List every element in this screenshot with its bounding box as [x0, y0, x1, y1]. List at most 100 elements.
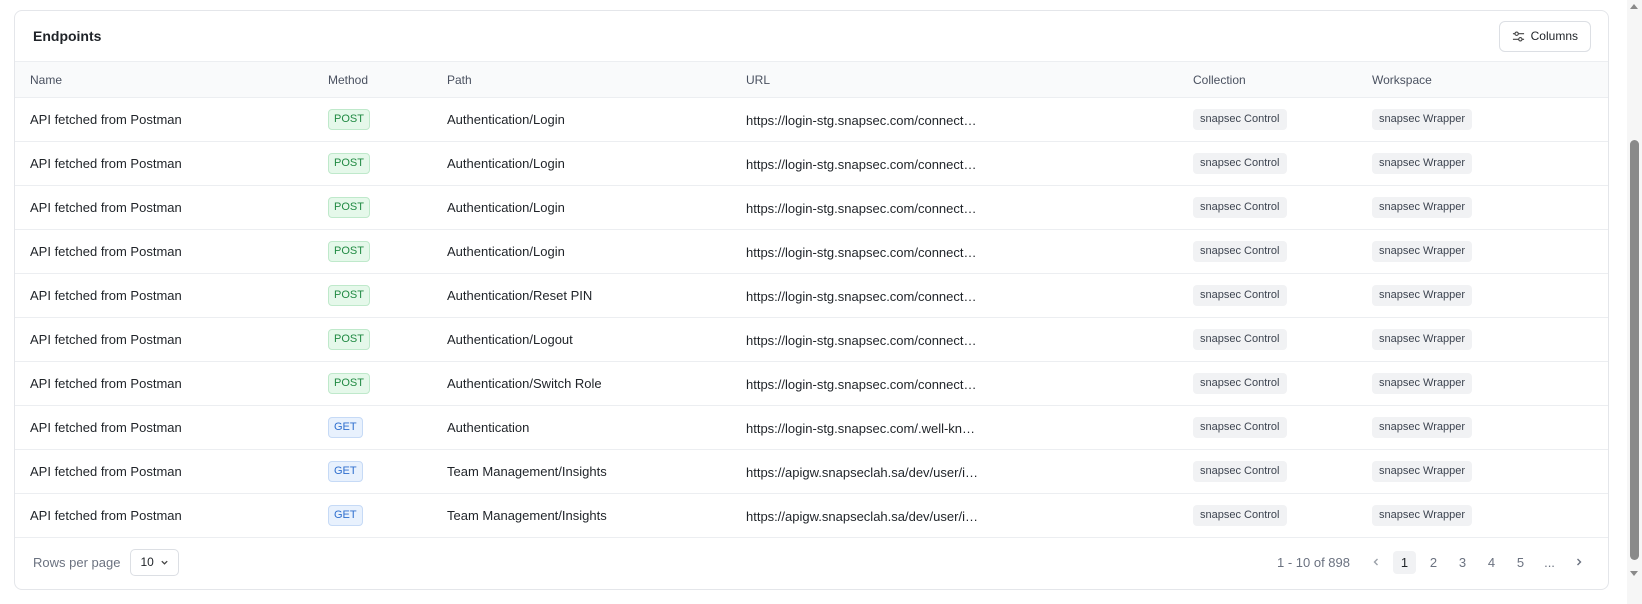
- page-button-4[interactable]: 4: [1480, 551, 1503, 574]
- page-button-5[interactable]: 5: [1509, 551, 1532, 574]
- cell-collection: snapsec Control: [1178, 406, 1357, 450]
- rows-per-page-select[interactable]: 10: [130, 548, 179, 576]
- method-badge: POST: [328, 373, 370, 394]
- table-row[interactable]: API fetched from Postman GET Team Manageme…: [15, 494, 1608, 538]
- table-row[interactable]: API fetched from Postman POST Authenticati…: [15, 318, 1608, 362]
- cell-method: POST: [313, 230, 432, 274]
- cell-collection: snapsec Control: [1178, 362, 1357, 406]
- table-row[interactable]: API fetched from Postman POST Authenticati…: [15, 142, 1608, 186]
- workspace-chip: snapsec Wrapper: [1372, 505, 1473, 526]
- workspace-chip: snapsec Wrapper: [1372, 461, 1473, 482]
- column-header-name[interactable]: Name: [15, 62, 313, 98]
- collection-chip: snapsec Control: [1193, 241, 1287, 262]
- cell-url: https://login-stg.snapsec.com/connect/…: [731, 186, 1178, 230]
- column-header-path[interactable]: Path: [432, 62, 731, 98]
- cell-collection: snapsec Control: [1178, 450, 1357, 494]
- page-button-2[interactable]: 2: [1422, 551, 1445, 574]
- cell-collection: snapsec Control: [1178, 230, 1357, 274]
- vertical-scrollbar[interactable]: [1627, 0, 1642, 604]
- table-row[interactable]: API fetched from Postman GET Team Manageme…: [15, 450, 1608, 494]
- rows-per-page-label: Rows per page: [33, 554, 121, 570]
- next-page-button[interactable]: [1567, 551, 1590, 574]
- cell-method: POST: [313, 186, 432, 230]
- collection-chip: snapsec Control: [1193, 285, 1287, 306]
- method-badge: GET: [328, 461, 363, 482]
- cell-url: https://login-stg.snapsec.com/connect/…: [731, 98, 1178, 142]
- workspace-chip: snapsec Wrapper: [1372, 153, 1473, 174]
- cell-url: https://login-stg.snapsec.com/connect/…: [731, 362, 1178, 406]
- workspace-chip: snapsec Wrapper: [1372, 241, 1473, 262]
- columns-button-label: Columns: [1530, 29, 1578, 43]
- cell-path: Authentication/Login: [447, 200, 565, 215]
- cell-path: Authentication/Logout: [447, 332, 573, 347]
- url-text: https://login-stg.snapsec.com/.well-kn…: [746, 420, 976, 436]
- cell-url: https://login-stg.snapsec.com/connect/…: [731, 274, 1178, 318]
- method-badge: POST: [328, 241, 370, 262]
- rows-per-page-value: 10: [140, 555, 154, 569]
- collection-chip: snapsec Control: [1193, 373, 1287, 394]
- table-row[interactable]: API fetched from Postman POST Authenticati…: [15, 98, 1608, 142]
- scroll-up-arrow[interactable]: [1630, 4, 1638, 9]
- cell-path: Authentication/Reset PIN: [447, 288, 593, 303]
- scroll-thumb[interactable]: [1630, 140, 1639, 560]
- chevron-right-icon: [1576, 558, 1581, 566]
- url-text: https://apigw.snapseclah.sa/dev/user/i…: [746, 508, 978, 524]
- columns-button[interactable]: Columns: [1498, 20, 1591, 52]
- url-text: https://login-stg.snapsec.com/connect/…: [746, 112, 978, 128]
- cell-name: API fetched from Postman: [30, 244, 182, 259]
- cell-method: GET: [313, 406, 432, 450]
- page-list: 1 2 3 4 5...: [1393, 550, 1561, 574]
- cell-workspace: snapsec Wrapper: [1357, 274, 1608, 318]
- table-row[interactable]: API fetched from Postman POST Authenticati…: [15, 362, 1608, 406]
- page-button-1[interactable]: 1: [1393, 550, 1416, 574]
- cell-method: POST: [313, 142, 432, 186]
- table-row[interactable]: API fetched from Postman POST Authenticati…: [15, 230, 1608, 274]
- table-footer: Rows per page 10 1 - 10 of 898 1 2 3 4 5...: [15, 538, 1608, 586]
- table-row[interactable]: API fetched from Postman POST Authenticati…: [15, 274, 1608, 318]
- column-header-collection[interactable]: Collection: [1178, 62, 1357, 98]
- method-badge: POST: [328, 329, 370, 350]
- url-text: https://login-stg.snapsec.com/connect/…: [746, 332, 978, 348]
- table-row[interactable]: API fetched from Postman GET Authenticatio…: [15, 406, 1608, 450]
- column-header-workspace[interactable]: Workspace: [1357, 62, 1608, 98]
- chevron-down-icon: [161, 560, 168, 565]
- cell-workspace: snapsec Wrapper: [1357, 230, 1608, 274]
- cell-name: API fetched from Postman: [30, 200, 182, 215]
- cell-collection: snapsec Control: [1178, 274, 1357, 318]
- workspace-chip: snapsec Wrapper: [1372, 285, 1473, 306]
- scroll-down-arrow[interactable]: [1630, 571, 1638, 576]
- table-body: API fetched from Postman POST Authenticati…: [15, 98, 1608, 538]
- cell-workspace: snapsec Wrapper: [1357, 318, 1608, 362]
- cell-name: API fetched from Postman: [30, 420, 182, 435]
- cell-workspace: snapsec Wrapper: [1357, 406, 1608, 450]
- prev-page-button[interactable]: [1364, 551, 1387, 574]
- cell-name: API fetched from Postman: [30, 464, 182, 479]
- endpoints-table: Name Method Path URL Collection Workspace API…: [15, 61, 1608, 538]
- rows-per-page: Rows per page 10: [33, 548, 179, 576]
- method-badge: POST: [328, 197, 370, 218]
- table-row[interactable]: API fetched from Postman POST Authenticati…: [15, 186, 1608, 230]
- url-text: https://apigw.snapseclah.sa/dev/user/i…: [746, 464, 978, 480]
- cell-path: Team Management/Insights: [447, 508, 607, 523]
- cell-path: Authentication/Login: [447, 244, 565, 259]
- page-button-3[interactable]: 3: [1451, 551, 1474, 574]
- page-title: Endpoints: [33, 28, 102, 44]
- cell-url: https://login-stg.snapsec.com/.well-kn…: [731, 406, 1178, 450]
- cell-name: API fetched from Postman: [30, 156, 182, 171]
- cell-collection: snapsec Control: [1178, 142, 1357, 186]
- cell-method: POST: [313, 274, 432, 318]
- sliders-icon: [1512, 30, 1524, 42]
- pagination: 1 - 10 of 898 1 2 3 4 5...: [1277, 550, 1590, 574]
- cell-url: https://login-stg.snapsec.com/connect/…: [731, 318, 1178, 362]
- cell-workspace: snapsec Wrapper: [1357, 98, 1608, 142]
- cell-path: Authentication: [447, 420, 530, 435]
- cell-name: API fetched from Postman: [30, 288, 182, 303]
- column-header-method[interactable]: Method: [313, 62, 432, 98]
- collection-chip: snapsec Control: [1193, 417, 1287, 438]
- collection-chip: snapsec Control: [1193, 197, 1287, 218]
- method-badge: POST: [328, 109, 370, 130]
- cell-method: GET: [313, 494, 432, 538]
- cell-workspace: snapsec Wrapper: [1357, 450, 1608, 494]
- column-header-url[interactable]: URL: [731, 62, 1178, 98]
- cell-workspace: snapsec Wrapper: [1357, 186, 1608, 230]
